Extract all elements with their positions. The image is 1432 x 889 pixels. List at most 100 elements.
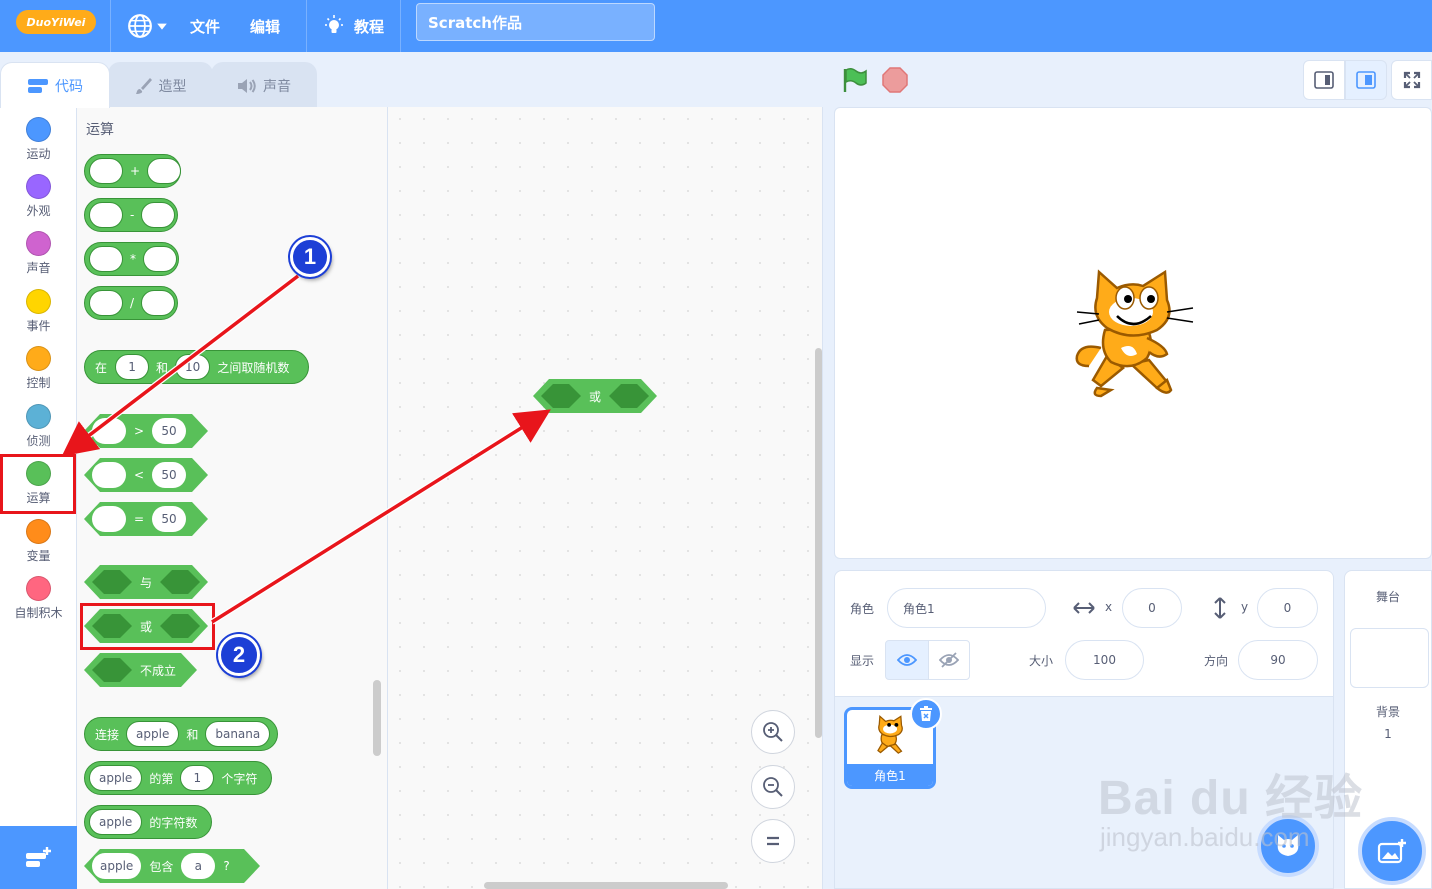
and-block[interactable]: 与 [84, 565, 208, 599]
tab-sounds-label: 声音 [263, 78, 291, 95]
step-marker-2: 2 [218, 634, 260, 676]
block-input[interactable]: 1 [115, 354, 150, 380]
category-variables[interactable]: 变量 [0, 517, 77, 574]
show-hidden-button[interactable] [928, 640, 970, 680]
boolean-slot[interactable] [160, 570, 200, 594]
block-input[interactable]: 50 [152, 462, 186, 488]
boolean-slot[interactable] [541, 384, 581, 408]
boolean-slot[interactable] [92, 614, 132, 638]
script-vertical-scrollbar[interactable] [815, 348, 822, 738]
block-input[interactable]: apple [92, 853, 141, 879]
length-block[interactable]: apple 的字符数 [84, 805, 212, 839]
choose-backdrop-button[interactable] [1358, 817, 1426, 885]
script-or-block[interactable]: 或 [533, 379, 657, 413]
delete-sprite-button[interactable] [910, 698, 942, 730]
category-events[interactable]: 事件 [0, 287, 77, 344]
or-block[interactable]: 或 [84, 609, 208, 643]
block-text: < [134, 468, 145, 482]
category-operators[interactable]: 运算 [0, 459, 77, 516]
y-input[interactable]: 0 [1257, 588, 1318, 628]
sprite-name-label: 角色 [850, 602, 875, 616]
block-input[interactable] [92, 462, 126, 488]
y-label: y [1241, 600, 1249, 614]
tab-sounds[interactable]: 声音 [211, 62, 317, 108]
backdrop-thumbnail[interactable] [1350, 628, 1429, 688]
block-input[interactable] [89, 246, 123, 272]
size-input[interactable]: 100 [1065, 640, 1144, 680]
stop-icon[interactable] [881, 66, 909, 94]
category-looks[interactable]: 外观 [0, 172, 77, 229]
block-input[interactable]: a [181, 853, 215, 879]
block-input[interactable]: 1 [180, 765, 215, 791]
block-input[interactable] [89, 290, 123, 316]
block-input[interactable] [141, 290, 176, 316]
cat-face-icon [1277, 835, 1299, 856]
large-stage-button[interactable] [1345, 60, 1387, 100]
sprite-name-input[interactable]: 角色1 [887, 588, 1046, 628]
stage-canvas[interactable] [834, 107, 1432, 559]
block-input[interactable]: banana [205, 721, 271, 747]
palette-scrollbar[interactable] [373, 680, 381, 756]
file-menu[interactable]: 文件 [190, 0, 220, 52]
tab-code[interactable]: 代码 [0, 62, 110, 108]
logo[interactable]: DuoYiWei [16, 10, 96, 34]
show-label: 显示 [850, 654, 875, 668]
block-input[interactable] [141, 202, 176, 228]
random-block[interactable]: 在 1 和 10 之间取随机数 [84, 350, 309, 384]
join-block[interactable]: 连接 apple 和 banana [84, 717, 278, 751]
cat-sprite[interactable] [1071, 268, 1197, 400]
boolean-slot[interactable] [92, 570, 132, 594]
small-stage-button[interactable] [1303, 60, 1345, 100]
multiply-block[interactable]: * [84, 242, 179, 276]
language-menu[interactable] [127, 0, 168, 52]
menu-divider [110, 0, 111, 52]
direction-input[interactable]: 90 [1238, 640, 1318, 680]
tutorial-menu[interactable]: 教程 [322, 0, 384, 52]
edit-menu[interactable]: 编辑 [250, 0, 280, 52]
show-visible-button[interactable] [885, 640, 929, 680]
block-input[interactable]: apple [89, 809, 143, 835]
add-extension-button[interactable] [0, 826, 77, 889]
block-input[interactable]: 10 [175, 354, 211, 380]
zoom-in-icon [763, 722, 783, 742]
category-sensing[interactable]: 侦测 [0, 402, 77, 459]
category-sound[interactable]: 声音 [0, 229, 77, 286]
block-text: + [130, 164, 141, 178]
equals-block[interactable]: = 50 [84, 502, 208, 536]
script-area[interactable]: 或 [388, 107, 823, 889]
block-input[interactable] [89, 158, 123, 184]
x-input[interactable]: 0 [1122, 588, 1182, 628]
zoom-reset-button[interactable] [751, 819, 795, 863]
less-than-block[interactable]: <50 [84, 458, 208, 492]
block-input[interactable] [92, 506, 126, 532]
greater-than-block[interactable]: >50 [84, 414, 208, 448]
category-control[interactable]: 控制 [0, 344, 77, 401]
block-input[interactable]: 50 [152, 418, 186, 444]
block-input[interactable] [143, 246, 177, 272]
choose-sprite-button[interactable] [1257, 815, 1319, 877]
tab-costumes[interactable]: 造型 [108, 62, 213, 108]
block-input[interactable]: apple [126, 721, 180, 747]
block-input[interactable] [89, 202, 123, 228]
not-block[interactable]: 不成立 [84, 653, 197, 687]
category-my-blocks[interactable]: 自制积木 [0, 574, 77, 631]
boolean-slot[interactable] [92, 658, 132, 682]
project-title-input[interactable]: Scratch作品 [416, 3, 655, 41]
green-flag-icon[interactable] [841, 66, 869, 94]
divide-block[interactable]: / [84, 286, 178, 320]
category-motion[interactable]: 运动 [0, 115, 77, 172]
add-block[interactable]: + [84, 154, 182, 188]
zoom-out-button[interactable] [751, 765, 795, 809]
block-input[interactable] [147, 158, 182, 184]
fullscreen-button[interactable] [1391, 60, 1432, 100]
letter-of-block[interactable]: apple 的第 1 个字符 [84, 761, 272, 795]
boolean-slot[interactable] [609, 384, 649, 408]
script-horizontal-scrollbar[interactable] [484, 882, 728, 889]
boolean-slot[interactable] [160, 614, 200, 638]
block-input[interactable]: apple [89, 765, 143, 791]
zoom-in-button[interactable] [751, 710, 795, 754]
subtract-block[interactable]: - [84, 198, 178, 232]
block-input[interactable]: 50 [152, 506, 186, 532]
block-input[interactable] [92, 418, 126, 444]
contains-block[interactable]: apple 包含 a ? [84, 849, 260, 883]
